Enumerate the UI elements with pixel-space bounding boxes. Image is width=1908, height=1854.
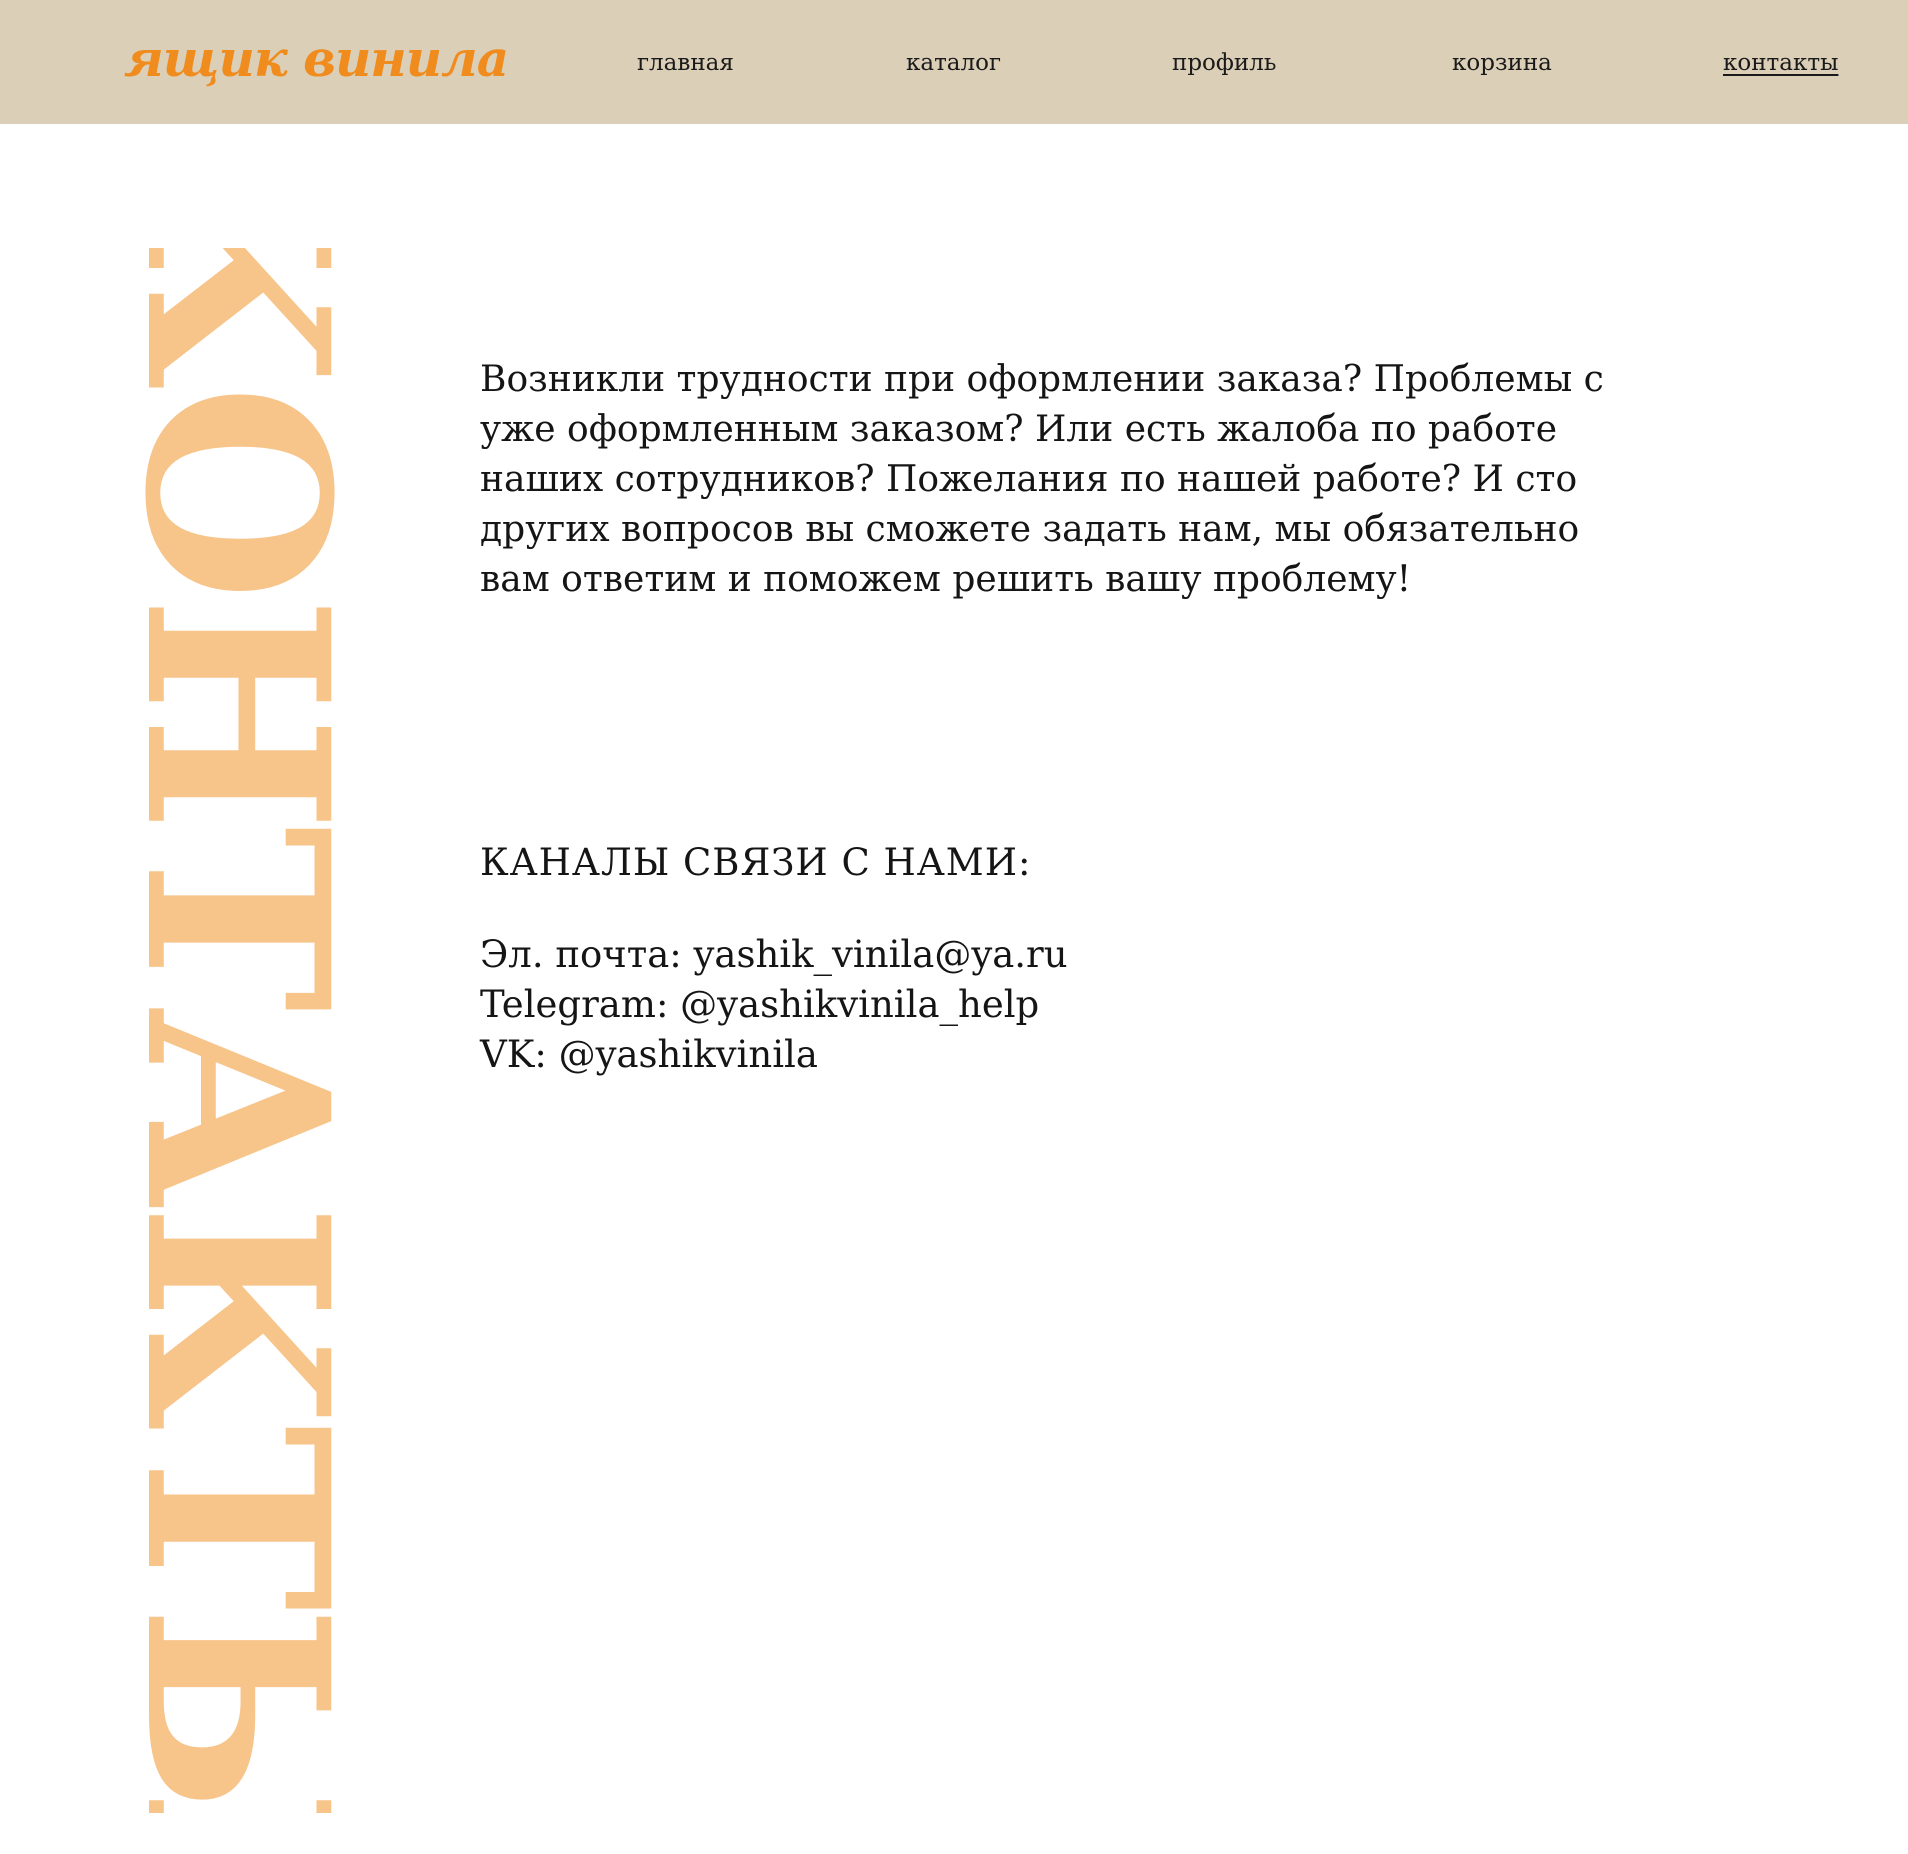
nav-link-contacts[interactable]: контакты xyxy=(1723,46,1838,80)
nav-link-catalog[interactable]: каталог xyxy=(906,46,1001,80)
contact-channels-list: Эл. почта: yashik_vinila@ya.ru Telegram:… xyxy=(480,930,1068,1080)
intro-paragraph: Возникли трудности при оформлении заказа… xyxy=(480,359,1604,600)
nav-link-home[interactable]: главная xyxy=(637,46,734,80)
site-logo[interactable]: ящик винила xyxy=(124,22,509,94)
contact-channels-heading: КАНАЛЫ СВЯЗИ С НАМИ: xyxy=(480,841,1032,884)
contact-email: Эл. почта: yashik_vinila@ya.ru xyxy=(480,933,1068,976)
header-bar: ящик винила главная каталог профиль корз… xyxy=(0,0,1908,124)
contact-telegram: Telegram: @yashikvinila_help xyxy=(480,983,1040,1026)
nav-link-cart[interactable]: корзина xyxy=(1452,46,1552,80)
contact-vk: VK: @yashikvinila xyxy=(480,1033,818,1076)
nav-link-profile[interactable]: профиль xyxy=(1172,46,1276,80)
vertical-page-title-text: контакты xyxy=(122,248,352,1813)
vertical-page-title: контакты xyxy=(122,248,352,1813)
